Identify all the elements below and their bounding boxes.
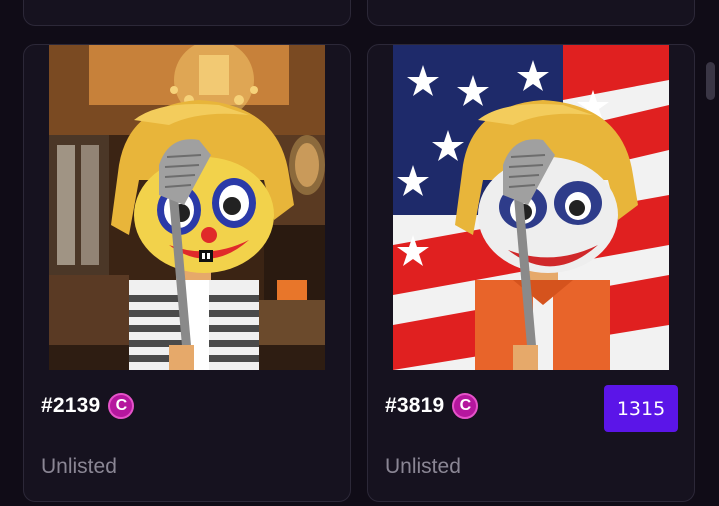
token-id[interactable]: #3819 <box>385 394 444 418</box>
scrollbar-thumb[interactable] <box>706 62 715 100</box>
collection-c-icon: C <box>108 393 135 419</box>
nft-card-partial[interactable] <box>367 0 695 26</box>
token-id[interactable]: #2139 <box>41 394 100 418</box>
nft-image[interactable] <box>393 45 669 370</box>
nft-card[interactable]: #3819 C 1315 Unlisted <box>367 44 695 502</box>
nft-card-partial[interactable] <box>23 0 351 26</box>
nft-title-row: #3819 C <box>385 393 479 419</box>
nft-image[interactable] <box>49 45 325 370</box>
nft-artwork-flag <box>393 45 669 370</box>
listing-status: Unlisted <box>41 455 117 478</box>
nft-title-row: #2139 C <box>41 393 135 419</box>
rarity-rank-badge: 1315 <box>604 385 678 432</box>
nft-artwork-room <box>49 45 325 370</box>
nft-gallery: #2139 C Unlisted #3819 C 1315 Unlisted <box>0 0 719 506</box>
collection-c-icon: C <box>452 393 479 419</box>
nft-card[interactable]: #2139 C Unlisted <box>23 44 351 502</box>
listing-status: Unlisted <box>385 455 461 478</box>
